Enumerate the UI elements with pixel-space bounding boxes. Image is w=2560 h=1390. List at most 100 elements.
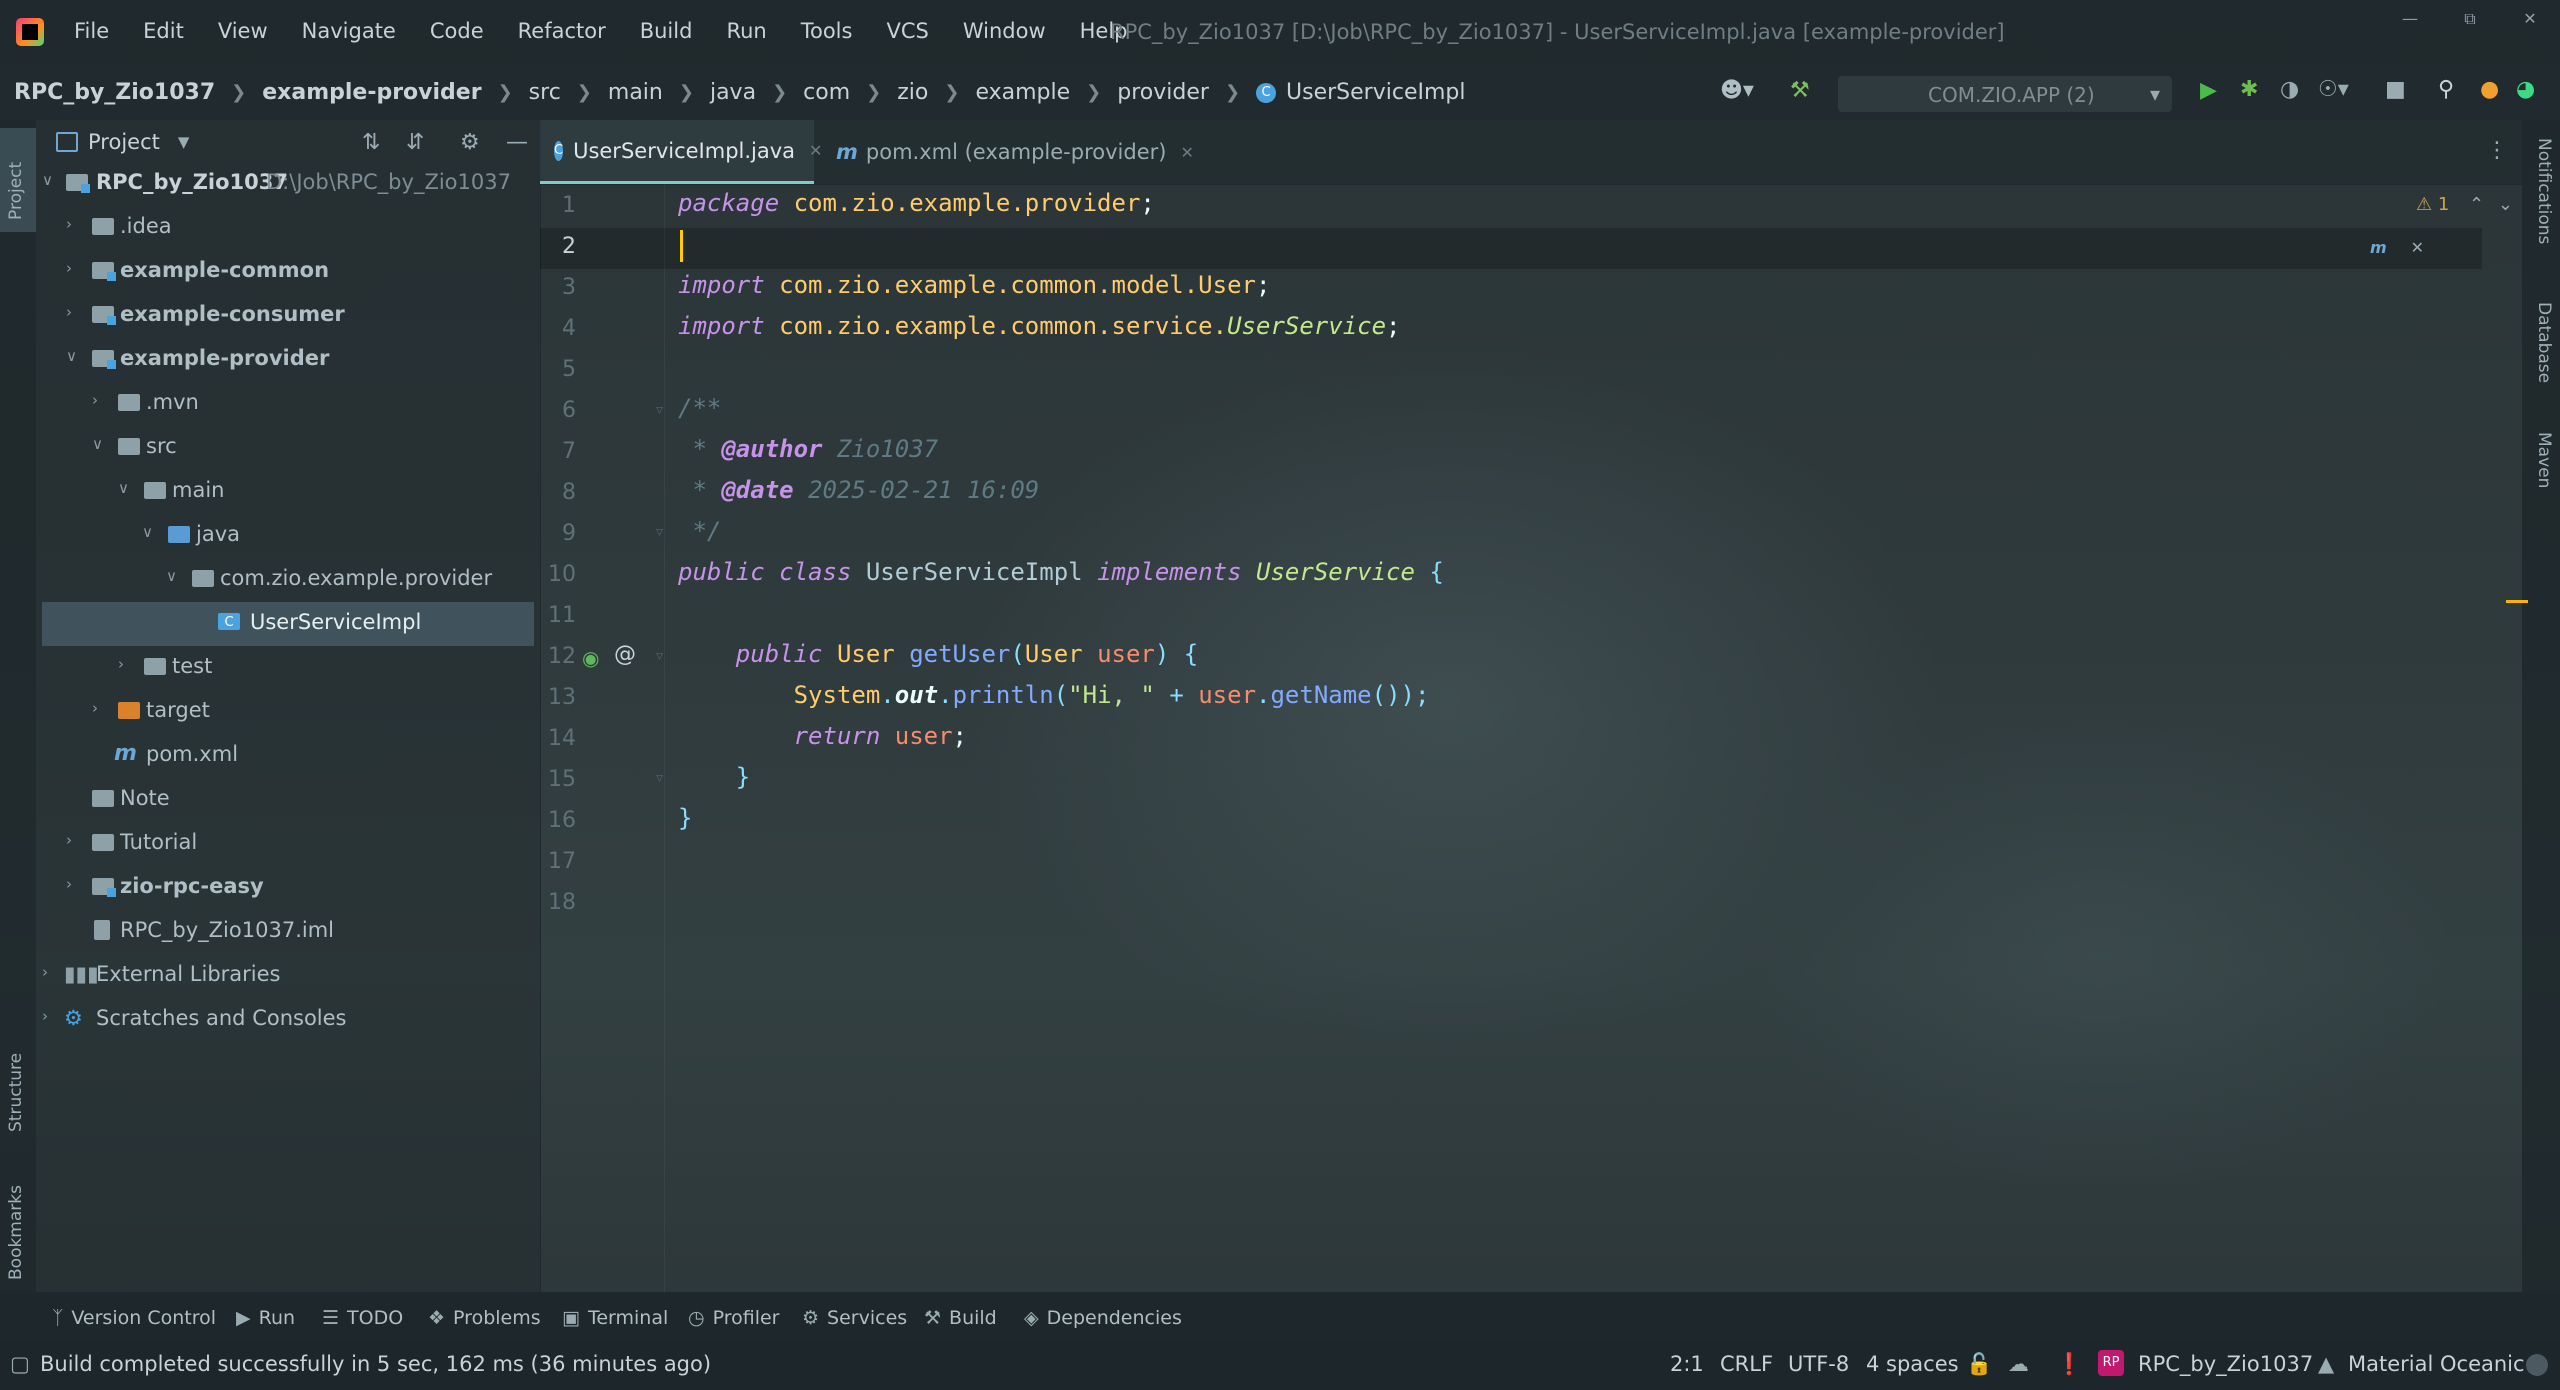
line-separator[interactable]: CRLF: [1720, 1352, 1773, 1376]
tab-userserviceimpl[interactable]: C UserServiceImpl.java ✕: [540, 120, 822, 184]
version-control-button[interactable]: ᛉ Version Control: [52, 1307, 216, 1329]
notifications-stripe-label[interactable]: Notifications: [2534, 138, 2554, 244]
tree-item-idea[interactable]: › .idea: [36, 206, 540, 250]
update-icon[interactable]: ●: [2480, 77, 2499, 102]
coverage-icon[interactable]: ◑: [2280, 77, 2299, 102]
menu-build[interactable]: Build: [640, 19, 693, 43]
build-hammer-icon[interactable]: ⚒: [1790, 78, 1810, 103]
bookmarks-stripe-label[interactable]: Bookmarks: [6, 1185, 26, 1280]
maven-reload-icon[interactable]: m ✕: [2370, 238, 2424, 257]
menu-run[interactable]: Run: [726, 19, 766, 43]
breadcrumb-class[interactable]: UserServiceImpl: [1286, 80, 1465, 105]
maven-stripe-label[interactable]: Maven: [2534, 432, 2554, 488]
tree-item-userserviceimpl[interactable]: C UserServiceImpl: [42, 602, 534, 646]
chevron-down-icon[interactable]: ⌄: [2498, 194, 2513, 215]
implements-method-icon[interactable]: ◉: [582, 646, 599, 670]
tree-item-example-common[interactable]: › example-common: [36, 250, 540, 294]
collapse-all-icon[interactable]: ⇵: [406, 130, 424, 155]
profile-icon[interactable]: ☉▾: [2318, 77, 2349, 102]
tree-item-java[interactable]: ∨ java: [36, 514, 540, 558]
debug-bug-icon[interactable]: ✱: [2240, 77, 2258, 102]
project-stripe-label[interactable]: Project: [6, 162, 26, 220]
lock-icon[interactable]: 🔓: [1966, 1352, 1992, 1377]
inspection-warning-indicator[interactable]: ⚠ 1 ⌃ ⌄: [2416, 194, 2513, 215]
profiler-button[interactable]: ◷ Profiler: [688, 1307, 779, 1329]
fold-icon[interactable]: ▿: [656, 524, 663, 540]
scrollbar-warning-mark[interactable]: [2506, 600, 2528, 603]
tree-item-example-consumer[interactable]: › example-consumer: [36, 294, 540, 338]
vcs-status-icon[interactable]: ☁: [2008, 1352, 2029, 1376]
tree-item-example-provider[interactable]: ∨ example-provider: [36, 338, 540, 382]
fold-icon[interactable]: ▿: [656, 770, 663, 786]
memory-indicator[interactable]: [2526, 1354, 2548, 1376]
stop-icon[interactable]: ■: [2385, 77, 2406, 102]
chevron-up-icon[interactable]: ⌃: [2469, 194, 2484, 215]
tree-item-src[interactable]: ∨ src: [36, 426, 540, 470]
services-button[interactable]: ⚙ Services: [802, 1307, 907, 1329]
menu-edit[interactable]: Edit: [143, 19, 184, 43]
tree-item-tutorial[interactable]: › Tutorial: [36, 822, 540, 866]
tree-item-package[interactable]: ∨ com.zio.example.provider: [36, 558, 540, 602]
user-account-icon[interactable]: ☻▾: [1720, 78, 1754, 103]
status-message[interactable]: Build completed successfully in 5 sec, 1…: [40, 1352, 711, 1376]
todo-button[interactable]: ☰ TODO: [322, 1307, 403, 1329]
run-tool-button[interactable]: ▶ Run: [236, 1307, 295, 1329]
breadcrumb-java[interactable]: java: [710, 80, 756, 105]
problems-button[interactable]: ❖ Problems: [428, 1307, 541, 1329]
run-icon[interactable]: ▶: [2200, 78, 2217, 103]
hide-panel-icon[interactable]: —: [506, 130, 528, 155]
expand-all-icon[interactable]: ⇅: [362, 130, 380, 155]
tree-item-iml[interactable]: RPC_by_Zio1037.iml: [36, 910, 540, 954]
menu-navigate[interactable]: Navigate: [302, 19, 396, 43]
breadcrumb-provider[interactable]: provider: [1117, 80, 1209, 105]
menu-window[interactable]: Window: [963, 19, 1046, 43]
caret-position[interactable]: 2:1: [1670, 1352, 1704, 1376]
structure-stripe-label[interactable]: Structure: [6, 1053, 26, 1132]
project-name[interactable]: RPC_by_Zio1037: [2138, 1352, 2313, 1376]
menu-refactor[interactable]: Refactor: [518, 19, 606, 43]
breadcrumb-module[interactable]: example-provider: [262, 80, 481, 105]
breadcrumb-example[interactable]: example: [975, 80, 1070, 105]
menu-file[interactable]: File: [74, 19, 109, 43]
run-configuration-select[interactable]: COM.ZIO.APP (2) ▾: [1838, 76, 2172, 112]
code-editor[interactable]: package com.zio.example.provider; import…: [666, 184, 2482, 1292]
breadcrumb-com[interactable]: com: [803, 80, 850, 105]
close-icon[interactable]: ✕: [1180, 143, 1193, 162]
tree-item-pom[interactable]: m pom.xml: [36, 734, 540, 778]
tree-item-target[interactable]: › target: [36, 690, 540, 734]
menu-tools[interactable]: Tools: [801, 19, 853, 43]
indent-setting[interactable]: 4 spaces: [1866, 1352, 1959, 1376]
menu-vcs[interactable]: VCS: [886, 19, 928, 43]
terminal-button[interactable]: ▣ Terminal: [562, 1307, 668, 1329]
project-panel-header[interactable]: Project ▼: [56, 130, 189, 154]
close-icon[interactable]: ✕: [2500, 0, 2560, 38]
more-options-icon[interactable]: ⋮: [2486, 138, 2508, 163]
tree-item-mvn[interactable]: › .mvn: [36, 382, 540, 426]
restore-icon[interactable]: ⧉: [2440, 0, 2500, 38]
breadcrumb-src[interactable]: src: [529, 80, 561, 105]
alert-icon[interactable]: ❗: [2056, 1352, 2082, 1377]
tree-item-note[interactable]: Note: [36, 778, 540, 822]
close-icon[interactable]: ✕: [809, 141, 822, 160]
tree-item-test[interactable]: › test: [36, 646, 540, 690]
dependencies-button[interactable]: ◈ Dependencies: [1024, 1307, 1182, 1329]
tree-item-scratches[interactable]: › ⚙ Scratches and Consoles: [36, 998, 540, 1042]
ide-plugin-icon[interactable]: ◕: [2516, 77, 2535, 102]
menu-view[interactable]: View: [218, 19, 268, 43]
tree-item-external-libraries[interactable]: › ▮▮▮ External Libraries: [36, 954, 540, 998]
build-button[interactable]: ⚒ Build: [924, 1307, 997, 1329]
status-toggle-icon[interactable]: ▢: [10, 1352, 30, 1376]
gear-icon[interactable]: ⚙: [460, 130, 480, 155]
menu-code[interactable]: Code: [430, 19, 484, 43]
tree-item-root[interactable]: ∨ RPC_by_Zio1037 D:\Job\RPC_by_Zio1037: [36, 162, 540, 206]
tree-item-main[interactable]: ∨ main: [36, 470, 540, 514]
fold-icon[interactable]: ▿: [656, 648, 663, 664]
tab-pom[interactable]: m pom.xml (example-provider) ✕: [826, 120, 1194, 184]
breadcrumb-zio[interactable]: zio: [897, 80, 928, 105]
search-icon[interactable]: ⚲: [2438, 77, 2454, 102]
database-stripe-label[interactable]: Database: [2534, 302, 2554, 383]
breadcrumb-main[interactable]: main: [608, 80, 663, 105]
tree-item-zio-rpc-easy[interactable]: › zio-rpc-easy: [36, 866, 540, 910]
breadcrumb-project[interactable]: RPC_by_Zio1037: [14, 80, 215, 105]
fold-icon[interactable]: ▿: [656, 402, 663, 418]
